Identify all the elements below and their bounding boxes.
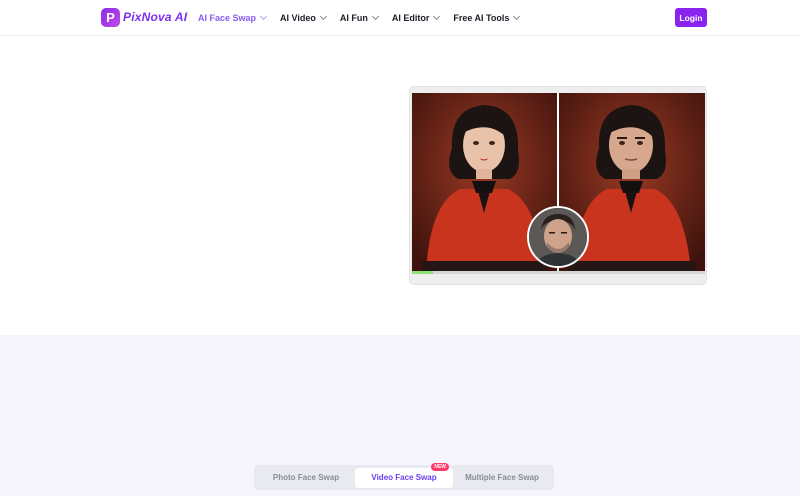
tab-label: Multiple Face Swap [465, 473, 539, 482]
male-face-image [529, 208, 587, 266]
chevron-down-icon [433, 12, 441, 21]
new-badge: NEW [431, 462, 449, 471]
nav-item-ai-editor[interactable]: AI Editor [391, 12, 441, 23]
face-swap-tabs: Photo Face Swap Video Face Swap NEW Mult… [254, 462, 554, 490]
tab-video-face-swap[interactable]: Video Face Swap NEW [355, 462, 453, 488]
logo-text: PixNova AI [123, 10, 188, 24]
chevron-down-icon [259, 12, 268, 21]
main-nav: AI Face Swap AI Video AI Fun AI Editor F… [198, 0, 533, 36]
chevron-down-icon [513, 12, 521, 21]
login-button[interactable]: Login [675, 8, 707, 27]
nav-item-ai-video[interactable]: AI Video [280, 12, 327, 23]
nav-item-ai-face-swap[interactable]: AI Face Swap [198, 12, 268, 23]
tab-label: Photo Face Swap [272, 473, 340, 482]
nav-item-ai-fun[interactable]: AI Fun [339, 12, 379, 23]
tab-label: Video Face Swap [371, 473, 437, 482]
nav-item-free-ai-tools[interactable]: Free AI Tools [453, 12, 521, 23]
source-face-thumbnail [527, 206, 589, 268]
tab-photo-face-swap[interactable]: Photo Face Swap [257, 468, 355, 488]
tab-multiple-face-swap[interactable]: Multiple Face Swap [453, 468, 551, 488]
site-header: P PixNova AI AI Face Swap AI Video AI Fu… [0, 0, 800, 36]
compare-progress-bar [412, 271, 705, 274]
face-swap-preview [409, 86, 707, 285]
nav-item-label: AI Video [280, 13, 316, 23]
nav-item-label: AI Face Swap [198, 13, 257, 23]
chevron-down-icon [371, 12, 379, 21]
nav-item-label: AI Fun [339, 13, 368, 23]
logo-icon: P [101, 7, 120, 27]
nav-item-label: AI Editor [391, 13, 430, 23]
logo[interactable]: P PixNova AI [101, 7, 187, 27]
progress-fill [412, 271, 433, 274]
chevron-down-icon [319, 12, 327, 21]
nav-item-label: Free AI Tools [453, 13, 510, 23]
